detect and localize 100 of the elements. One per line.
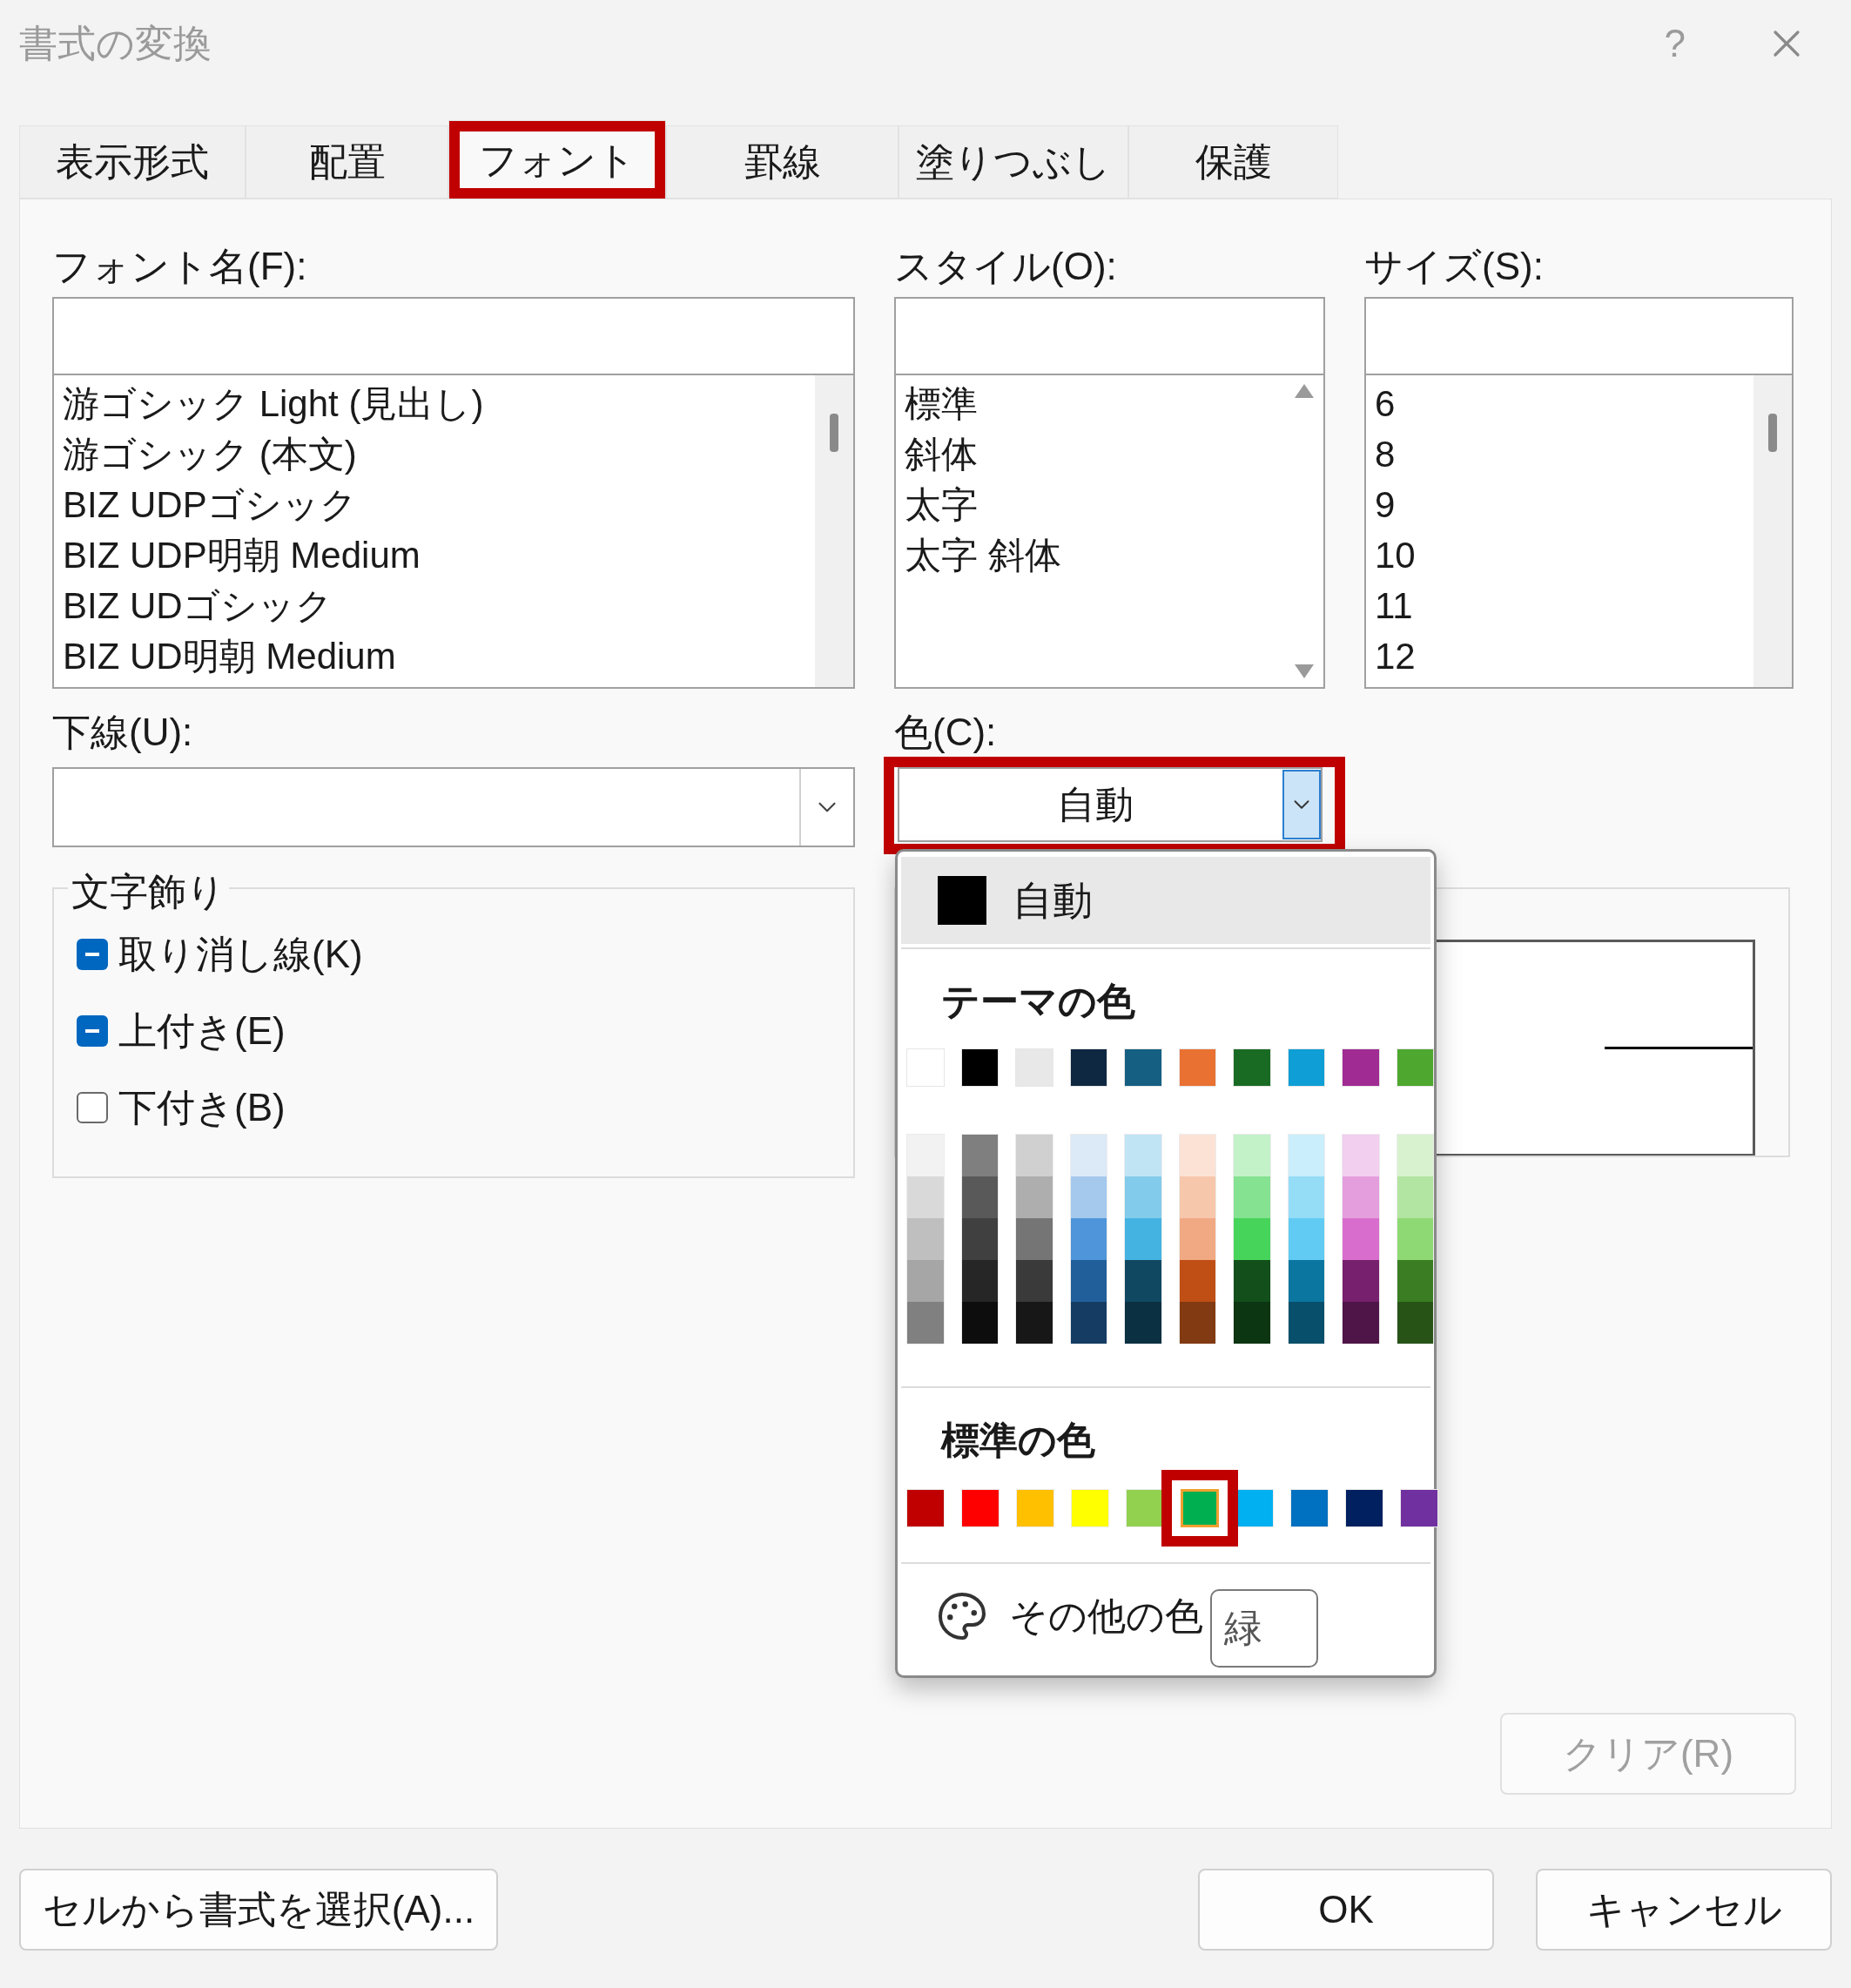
color-swatch[interactable] (1016, 1218, 1053, 1260)
tab[interactable]: 塗りつぶし (899, 125, 1128, 199)
list-item[interactable]: 標準 (905, 379, 1285, 429)
color-dropdown[interactable]: 自動 (898, 767, 1323, 842)
list-item[interactable]: BIZ UDPゴシック (63, 480, 815, 530)
more-colors-item[interactable]: その他の色 (1009, 1587, 1203, 1645)
list-box[interactable]: 游ゴシック Light (見出し) 游ゴシック (本文) BIZ UDPゴシック BIZ UDP明朝 Medium BIZ UDゴシック BIZ UD明朝 Medium (52, 375, 855, 689)
list-item[interactable]: BIZ UD明朝 Medium (63, 631, 815, 682)
scroll-down-icon[interactable] (1295, 664, 1314, 678)
color-swatch[interactable] (1288, 1302, 1324, 1344)
color-swatch[interactable] (1288, 1135, 1324, 1176)
tab[interactable]: 保護 (1128, 125, 1338, 199)
color-swatch[interactable] (1288, 1260, 1324, 1302)
color-swatch[interactable] (1343, 1218, 1379, 1260)
ok-button[interactable]: OK (1198, 1869, 1494, 1951)
color-swatch[interactable] (907, 1302, 944, 1344)
color-swatch[interactable] (961, 1260, 998, 1302)
color-swatch[interactable] (1070, 1218, 1107, 1260)
list-item[interactable]: 斜体 (905, 429, 1285, 480)
color-swatch[interactable] (1179, 1135, 1215, 1176)
color-swatch[interactable] (1125, 1260, 1161, 1302)
color-swatch[interactable] (1070, 1135, 1107, 1176)
list-item[interactable]: 11 (1375, 581, 1753, 631)
checkbox[interactable] (77, 1092, 108, 1123)
color-swatch[interactable] (1181, 1489, 1219, 1527)
input-field[interactable] (52, 297, 855, 375)
list-item[interactable]: 太字 (905, 480, 1285, 530)
color-swatch[interactable] (1397, 1302, 1433, 1344)
color-swatch[interactable] (1125, 1135, 1161, 1176)
list-item[interactable]: BIZ UDゴシック (63, 581, 815, 631)
checkbox[interactable] (77, 939, 108, 970)
list-box[interactable]: 6 8 9 10 11 12 (1364, 375, 1794, 689)
color-swatch[interactable] (1234, 1218, 1270, 1260)
input-field[interactable] (894, 297, 1325, 375)
color-swatch[interactable] (1288, 1218, 1324, 1260)
scrollbar[interactable] (815, 375, 853, 687)
color-swatch[interactable] (1016, 1302, 1053, 1344)
list-item[interactable]: 太字 斜体 (905, 530, 1285, 581)
color-swatch[interactable] (1288, 1176, 1324, 1218)
color-swatch[interactable] (1179, 1176, 1215, 1218)
color-swatch[interactable] (1070, 1260, 1107, 1302)
color-swatch[interactable] (1016, 1135, 1053, 1176)
list-item[interactable]: BIZ UDP明朝 Medium (63, 530, 815, 581)
color-swatch[interactable] (1125, 1302, 1161, 1344)
color-swatch[interactable] (1016, 1260, 1053, 1302)
tab[interactable]: 罫線 (666, 125, 899, 199)
color-swatch[interactable] (1179, 1302, 1215, 1344)
tab[interactable]: 表示形式 (19, 125, 246, 199)
color-swatch[interactable] (1397, 1218, 1433, 1260)
color-swatch[interactable] (961, 1176, 998, 1218)
color-swatch[interactable] (1397, 1135, 1433, 1176)
list-item[interactable]: 游ゴシック (本文) (63, 429, 815, 480)
pick-from-cell-button[interactable]: セルから書式を選択(A)... (19, 1869, 498, 1951)
color-swatch[interactable] (907, 1218, 944, 1260)
color-swatch[interactable] (1343, 1260, 1379, 1302)
color-swatch[interactable] (1070, 1302, 1107, 1344)
tab[interactable]: フォント (448, 120, 666, 199)
color-swatch[interactable] (1397, 1176, 1433, 1218)
list-item[interactable]: 8 (1375, 429, 1753, 480)
list-item[interactable]: 10 (1375, 530, 1753, 581)
color-swatch[interactable] (1343, 1135, 1379, 1176)
window-title: 書式の変換 (19, 21, 212, 66)
list-item[interactable]: 9 (1375, 480, 1753, 530)
field-label: サイズ(S): (1364, 244, 1545, 289)
color-swatch[interactable] (907, 1260, 944, 1302)
color-swatch[interactable] (1070, 1176, 1107, 1218)
tab[interactable]: 配置 (246, 125, 448, 199)
checkbox[interactable] (77, 1015, 108, 1047)
checkbox-label: 上付き(E) (118, 1008, 286, 1054)
color-swatch[interactable] (1234, 1176, 1270, 1218)
cancel-button[interactable]: キャンセル (1536, 1869, 1832, 1951)
color-swatch[interactable] (1179, 1218, 1215, 1260)
list-box[interactable]: 標準 斜体 太字 太字 斜体 (894, 375, 1325, 689)
color-swatch[interactable] (1234, 1260, 1270, 1302)
input-field[interactable] (1364, 297, 1794, 375)
field-label: 色(C): (894, 710, 998, 755)
automatic-color-item[interactable]: 自動 (901, 857, 1430, 944)
color-swatch[interactable] (961, 1218, 998, 1260)
scroll-up-icon[interactable] (1295, 384, 1314, 398)
list-item[interactable]: 12 (1375, 631, 1753, 682)
color-swatch[interactable] (1343, 1302, 1379, 1344)
color-swatch[interactable] (1125, 1176, 1161, 1218)
checkbox-label: 取り消し線(K) (118, 932, 363, 977)
scrollbar[interactable] (1753, 375, 1792, 687)
underline-dropdown[interactable] (52, 767, 855, 847)
color-swatch[interactable] (1234, 1135, 1270, 1176)
color-swatch[interactable] (961, 1135, 998, 1176)
list-item[interactable]: 游ゴシック Light (見出し) (63, 379, 815, 429)
checkbox-label: 下付き(B) (118, 1085, 286, 1130)
color-swatch[interactable] (961, 1302, 998, 1344)
field-label: フォント名(F): (52, 244, 308, 289)
color-swatch[interactable] (907, 1135, 944, 1176)
color-swatch[interactable] (1397, 1260, 1433, 1302)
color-swatch[interactable] (1016, 1176, 1053, 1218)
color-swatch[interactable] (1179, 1260, 1215, 1302)
color-swatch[interactable] (907, 1176, 944, 1218)
color-swatch[interactable] (1234, 1302, 1270, 1344)
color-swatch[interactable] (1125, 1218, 1161, 1260)
color-swatch[interactable] (1343, 1176, 1379, 1218)
list-item[interactable]: 6 (1375, 379, 1753, 429)
